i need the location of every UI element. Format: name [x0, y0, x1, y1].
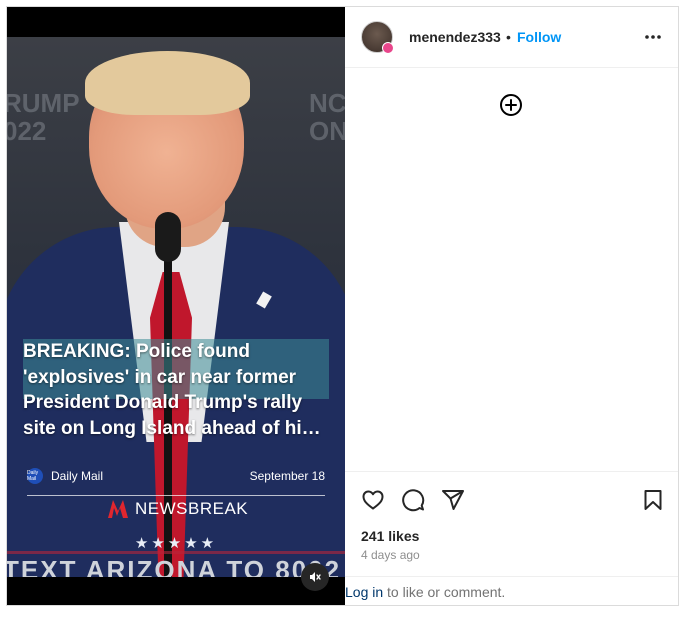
username-link[interactable]: menendez333 — [409, 29, 501, 45]
source-date: September 18 — [249, 469, 325, 483]
separator-dot: • — [506, 29, 511, 45]
banner-text: TEXT ARIZONA TO 8002 — [7, 555, 342, 577]
post-timestamp[interactable]: 4 days ago — [361, 548, 420, 562]
background-text-left: RUMP 022 — [7, 88, 80, 146]
follow-button[interactable]: Follow — [517, 29, 561, 45]
newsbreak-logo-icon — [108, 500, 128, 518]
microphone — [155, 212, 181, 262]
login-prompt: Log in to like or comment. — [345, 576, 678, 605]
post-actions: 241 likes 4 days ago Log in to like or c… — [345, 471, 678, 605]
source-divider — [27, 495, 325, 496]
mute-button[interactable] — [301, 563, 329, 591]
more-options-button[interactable] — [641, 27, 665, 47]
video-frame[interactable]: RUMP 022 NC ON BREAKING: Police found 'e… — [7, 37, 345, 577]
post-header: menendez333 • Follow — [345, 7, 678, 68]
heart-icon[interactable] — [361, 488, 385, 512]
banner-stars: ★★★★★ — [134, 535, 218, 552]
more-options-icon — [645, 35, 661, 39]
newsbreak-brand: NEWSBREAK — [107, 499, 248, 519]
headline-text: BREAKING: Police found 'explosives' in c… — [23, 341, 321, 439]
source-row: Daily Mail Daily Mail September 18 — [27, 467, 325, 485]
brand-name: NEWSBREAK — [135, 499, 249, 518]
avatar[interactable] — [361, 21, 394, 54]
speaker-hair — [85, 51, 250, 115]
background-text-right: NC ON — [309, 88, 345, 146]
comment-icon[interactable] — [401, 488, 425, 512]
login-link[interactable]: Log in — [345, 584, 383, 600]
add-circle-icon[interactable] — [499, 93, 523, 117]
post-side-panel: menendez333 • Follow 241 likes 4 days ag… — [345, 7, 678, 605]
story-badge-icon — [382, 42, 394, 54]
mute-icon — [310, 572, 321, 582]
bookmark-icon[interactable] — [641, 488, 665, 512]
source-name: Daily Mail — [51, 469, 104, 483]
likes-count[interactable]: 241 likes — [361, 528, 419, 544]
login-prompt-text: to like or comment. — [383, 584, 506, 600]
share-icon[interactable] — [441, 488, 465, 512]
daily-mail-logo-icon: Daily Mail — [27, 468, 43, 484]
post-card: RUMP 022 NC ON BREAKING: Police found 'e… — [6, 6, 679, 606]
post-media[interactable]: RUMP 022 NC ON BREAKING: Police found 'e… — [7, 7, 345, 605]
